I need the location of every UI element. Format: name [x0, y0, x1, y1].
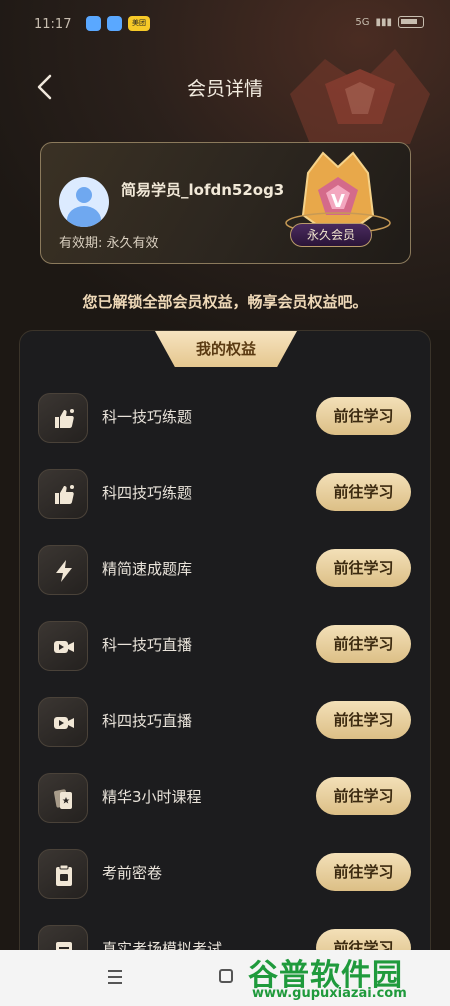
video-icon [38, 697, 88, 747]
benefit-row: 精华3小时课程 前往学习 [38, 771, 413, 823]
go-study-button[interactable]: 前往学习 [316, 473, 411, 511]
badge-glyph: V [331, 191, 345, 212]
status-app-icons: 美团 [86, 16, 150, 31]
page-title: 会员详情 [186, 78, 263, 100]
thumbs-up-icon [38, 393, 88, 443]
go-study-button[interactable]: 前往学习 [316, 853, 411, 891]
benefit-label: 科一技巧练题 [102, 408, 193, 426]
cards-icon [38, 773, 88, 823]
go-study-button[interactable]: 前往学习 [316, 397, 411, 435]
username: 简易学员_lofdn52og3 [121, 181, 285, 199]
go-study-button[interactable]: 前往学习 [316, 625, 411, 663]
watermark-url: www.gupuxiazai.com [252, 986, 407, 1001]
thumbs-up-icon [38, 469, 88, 519]
meituan-app-icon: 美团 [128, 16, 150, 31]
benefit-row: 精简速成题库 前往学习 [38, 543, 413, 595]
membership-badge: 永久会员 [290, 223, 372, 247]
benefit-row: 科一技巧直播 前往学习 [38, 619, 413, 671]
app-icon [107, 16, 122, 31]
benefit-row: 科一技巧练题 前往学习 [38, 391, 413, 443]
app-icon [86, 16, 101, 31]
benefit-label: 考前密卷 [102, 864, 163, 882]
benefit-label: 科四技巧练题 [102, 484, 193, 502]
status-time: 11:17 [34, 17, 72, 32]
benefit-row: 考前密卷 前往学习 [38, 847, 413, 899]
benefit-label: 精华3小时课程 [102, 788, 202, 806]
home-icon[interactable] [219, 969, 233, 983]
lightning-icon [38, 545, 88, 595]
benefit-row: 科四技巧练题 前往学习 [38, 467, 413, 519]
go-study-button[interactable]: 前往学习 [316, 549, 411, 587]
benefit-row: 科四技巧直播 前往学习 [38, 695, 413, 747]
avatar [59, 177, 109, 227]
menu-icon[interactable] [108, 970, 122, 984]
benefits-tab-header: 我的权益 [155, 331, 297, 367]
watermark-logo: 谷普软件园 www.gupuxiazai.com [248, 950, 448, 1006]
expiry-label: 有效期: [59, 236, 103, 251]
expiry-value: 永久有效 [106, 236, 159, 251]
benefit-label: 科一技巧直播 [102, 636, 193, 654]
go-study-button[interactable]: 前往学习 [316, 701, 411, 739]
go-study-button[interactable]: 前往学习 [316, 777, 411, 815]
benefit-label: 精简速成题库 [102, 560, 193, 578]
member-card: 简易学员_lofdn52og3 有效期: 永久有效 V 永久会员 [40, 142, 411, 264]
expiry-info: 有效期: 永久有效 [59, 232, 159, 251]
video-icon [38, 621, 88, 671]
unlock-message: 您已解锁全部会员权益，畅享会员权益吧。 [82, 293, 368, 311]
clipboard-icon [38, 849, 88, 899]
benefit-label: 科四技巧直播 [102, 712, 193, 730]
